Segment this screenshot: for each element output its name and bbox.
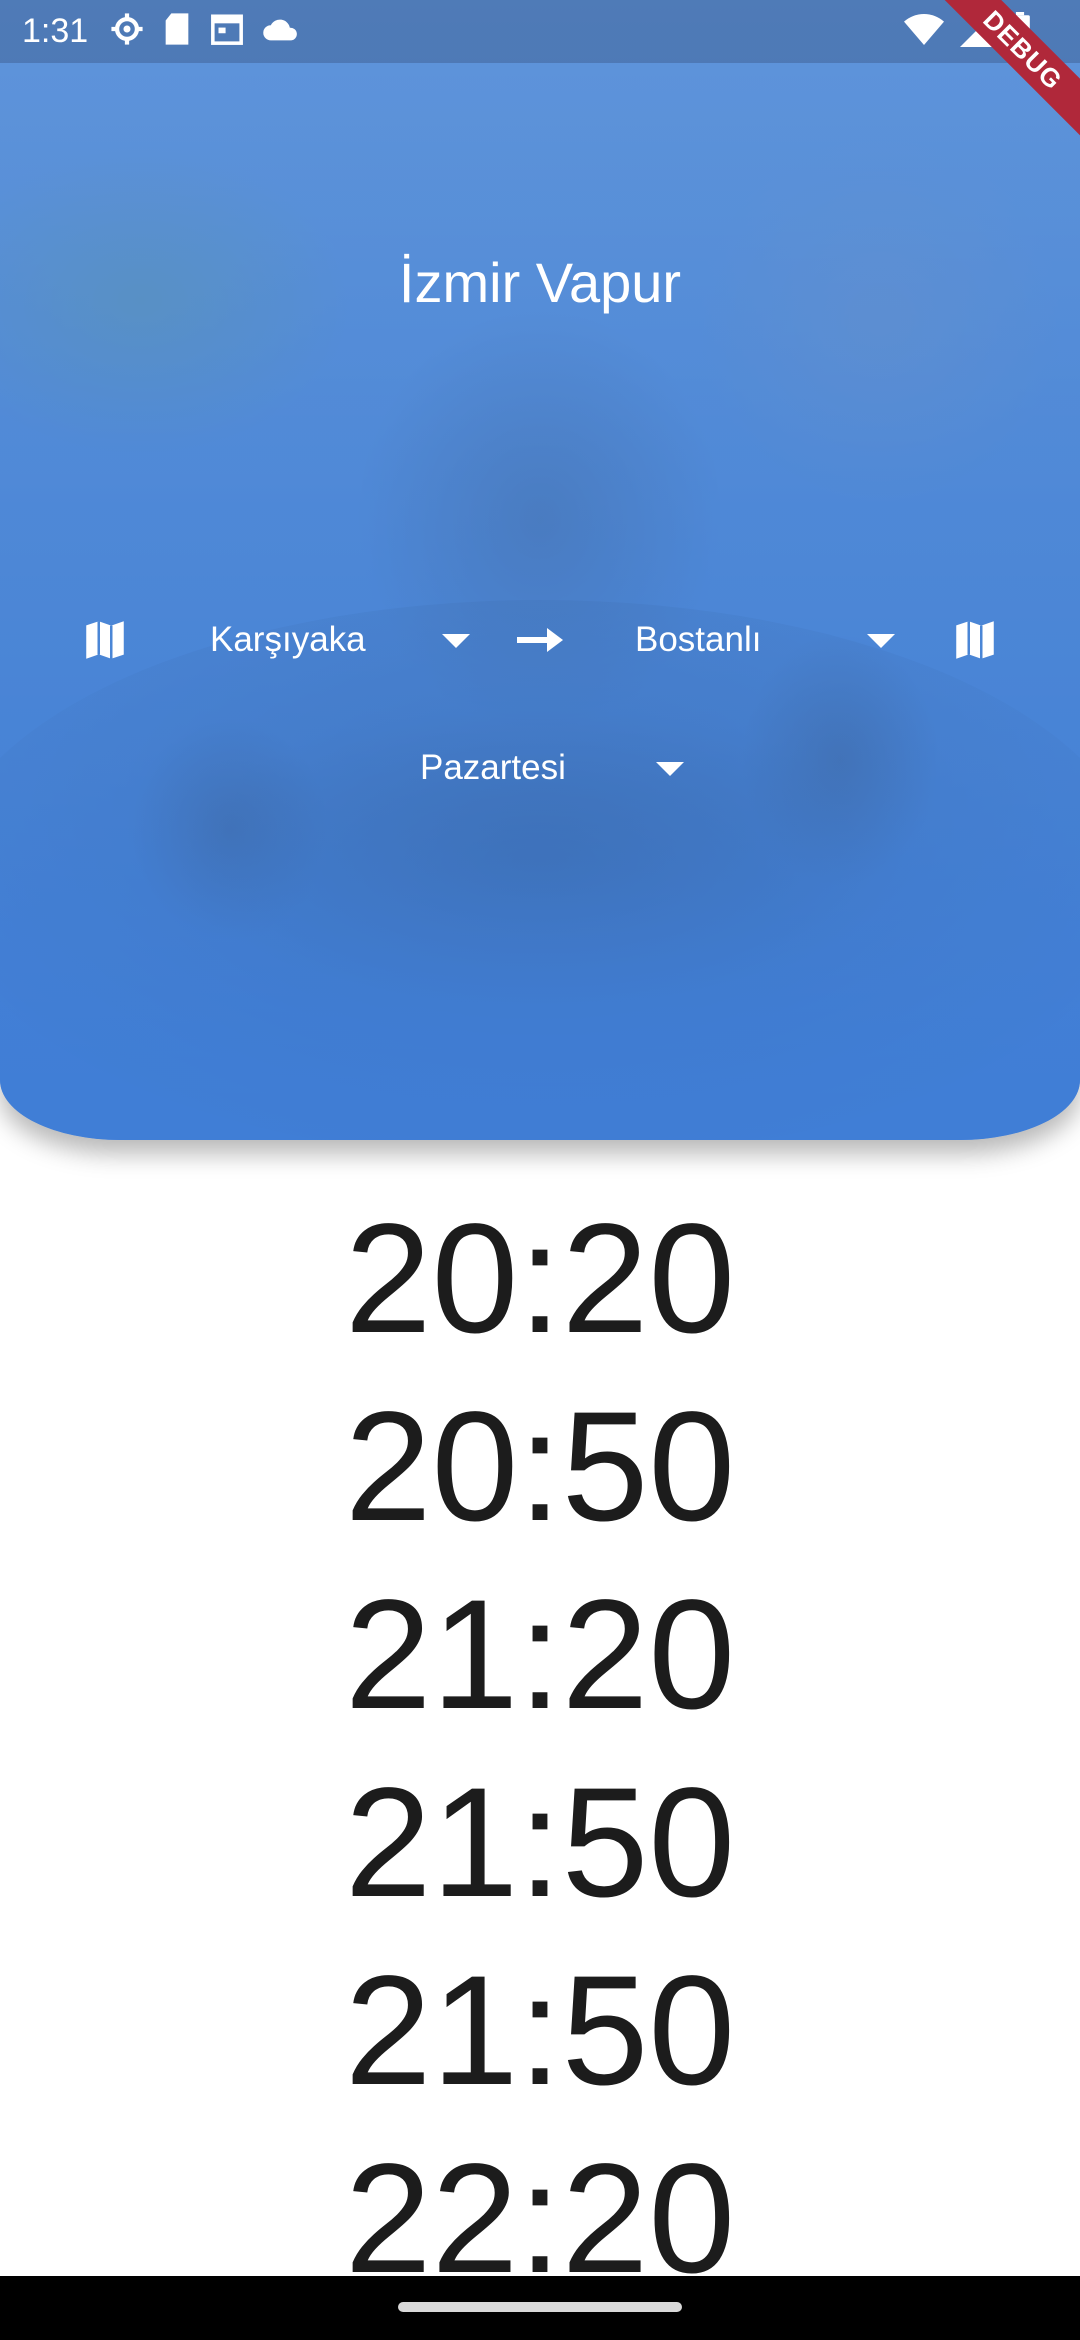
map-icon	[956, 621, 994, 659]
departure-time: 21:50	[344, 1944, 736, 2118]
departure-time: 20:20	[344, 1192, 736, 1366]
from-map-button[interactable]	[75, 610, 135, 670]
departure-time: 20:50	[344, 1380, 736, 1554]
departure-time: 21:50	[344, 1756, 736, 1930]
to-pier-dropdown[interactable]: Bostanlı	[635, 610, 895, 670]
status-time: 1:31	[22, 12, 89, 50]
calendar-icon	[210, 12, 244, 52]
chevron-down-icon	[442, 634, 470, 648]
status-bar: 1:31	[0, 0, 1080, 63]
route-selector: Karşıyaka Bostanlı	[0, 610, 1080, 670]
to-pier-label: Bostanlı	[635, 620, 762, 659]
chevron-down-icon	[656, 762, 684, 776]
home-gesture-handle[interactable]	[398, 2302, 682, 2312]
arrow-right-icon	[517, 628, 563, 652]
departure-time: 21:20	[344, 1568, 736, 1742]
day-label: Pazartesi	[420, 748, 566, 787]
chevron-down-icon	[867, 634, 895, 648]
wifi-icon	[904, 13, 944, 52]
app-title: İzmir Vapur	[398, 251, 682, 314]
to-map-button[interactable]	[945, 610, 1005, 670]
departure-list[interactable]: 20:20 20:50 21:20 21:50 21:50 22:20	[0, 1185, 1080, 2313]
sd-card-icon	[162, 12, 192, 52]
header-banner	[0, 0, 1080, 1140]
settings-gear-icon	[110, 12, 144, 52]
day-dropdown[interactable]: Pazartesi	[420, 738, 690, 798]
from-pier-dropdown[interactable]: Karşıyaka	[210, 610, 470, 670]
background-photo	[0, 600, 1080, 1140]
from-pier-label: Karşıyaka	[210, 620, 366, 659]
map-icon	[86, 621, 124, 659]
cloud-icon	[262, 14, 300, 50]
day-selector: Pazartesi	[0, 738, 1080, 798]
